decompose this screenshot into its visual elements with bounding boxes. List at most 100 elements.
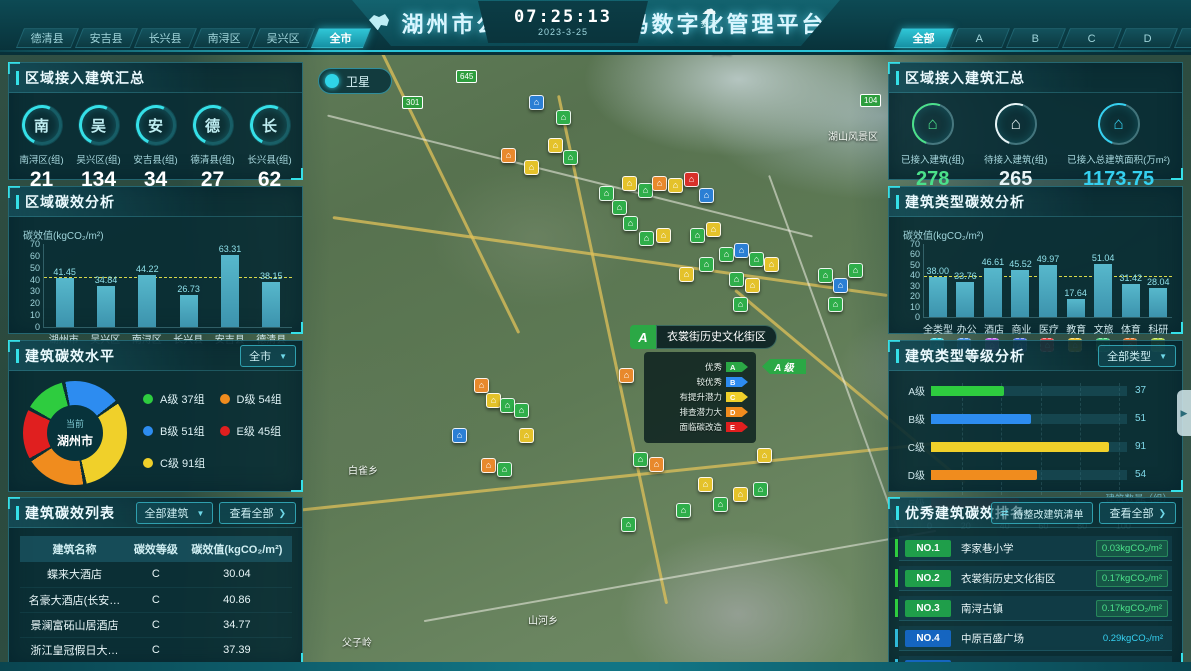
ranking-row[interactable]: NO.2衣裳街历史文化街区0.17kgCO₂/m² bbox=[899, 566, 1172, 591]
side-panel-handle[interactable]: ▶ bbox=[1177, 390, 1191, 436]
building-map-marker[interactable]: ⌂ bbox=[699, 257, 714, 272]
table-row[interactable]: 浙江皇冠假日大…C37.39 bbox=[20, 637, 292, 662]
panel-ranking: 优秀建筑碳效排名 ⇄ 待整改建筑清单 查看全部 ❯ NO.1李家巷小学0.03k… bbox=[888, 497, 1183, 665]
y-tick: 40 bbox=[20, 275, 40, 285]
building-map-marker[interactable]: ⌂ bbox=[599, 186, 614, 201]
bar-column: 51.04 bbox=[1089, 244, 1117, 317]
y-tick: 20 bbox=[20, 298, 40, 308]
building-map-marker[interactable]: ⌂ bbox=[757, 448, 772, 463]
building-map-marker[interactable]: ⌂ bbox=[668, 178, 683, 193]
building-map-marker[interactable]: ⌂ bbox=[497, 462, 512, 477]
legend-text: B级 51组 bbox=[160, 423, 205, 439]
building-map-marker[interactable]: ⌂ bbox=[563, 150, 578, 165]
road-number-badge: 104 bbox=[860, 94, 881, 107]
building-map-marker[interactable]: ⌂ bbox=[623, 216, 638, 231]
carbon-level-donut-wrap: 当前 湖州市 A级 37组D级 54组B级 51组E级 45组C级 91组 bbox=[9, 371, 302, 485]
building-map-marker[interactable]: ⌂ bbox=[729, 272, 744, 287]
building-map-marker[interactable]: ⌂ bbox=[481, 458, 496, 473]
building-map-marker[interactable]: ⌂ bbox=[486, 393, 501, 408]
building-icon: ⌂ bbox=[1011, 114, 1021, 134]
view-all-button[interactable]: 查看全部 ❯ bbox=[219, 502, 296, 524]
building-map-marker[interactable]: ⌂ bbox=[500, 398, 515, 413]
building-map-marker[interactable]: ⌂ bbox=[719, 247, 734, 262]
building-map-marker[interactable]: ⌂ bbox=[621, 517, 636, 532]
building-filter-dropdown[interactable]: 全部建筑 ▼ bbox=[136, 502, 214, 524]
tab-region-德清县[interactable]: 德清县 bbox=[16, 28, 79, 48]
building-map-marker[interactable]: ⌂ bbox=[556, 110, 571, 125]
tab-grade-全部[interactable]: 全部 bbox=[894, 28, 954, 48]
building-map-marker[interactable]: ⌂ bbox=[519, 428, 534, 443]
tab-grade-A[interactable]: A bbox=[950, 28, 1010, 48]
ranking-row[interactable]: NO.3南浔古镇0.17kgCO₂/m² bbox=[899, 596, 1172, 621]
hbar-row: C级91 bbox=[897, 439, 1172, 454]
panel-title: 区域接入建筑汇总 bbox=[889, 63, 1182, 93]
tab-grade-C[interactable]: C bbox=[1062, 28, 1122, 48]
building-map-marker[interactable]: ⌂ bbox=[514, 403, 529, 418]
building-map-marker[interactable]: ⌂ bbox=[638, 183, 653, 198]
building-map-marker[interactable]: ⌂ bbox=[676, 503, 691, 518]
road-number-badge: 645 bbox=[456, 70, 477, 83]
bar-value-label: 49.97 bbox=[1037, 254, 1060, 264]
building-map-marker[interactable]: ⌂ bbox=[524, 160, 539, 175]
building-map-marker[interactable]: ⌂ bbox=[649, 457, 664, 472]
building-map-marker[interactable]: ⌂ bbox=[828, 297, 843, 312]
ranking-row[interactable]: NO.4中原百盛广场0.29kgCO₂/m² bbox=[899, 626, 1172, 651]
satellite-toggle[interactable]: 卫星 bbox=[318, 68, 392, 94]
building-map-marker[interactable]: ⌂ bbox=[833, 278, 848, 293]
bar-column: 38.00 bbox=[924, 244, 952, 317]
region-carbon-bar-chart: 碳效值(kgCO₂/m²)01020304050607041.4534.8444… bbox=[19, 221, 292, 346]
building-map-marker[interactable]: ⌂ bbox=[733, 297, 748, 312]
building-map-marker[interactable]: ⌂ bbox=[699, 188, 714, 203]
hbar-label: A级 bbox=[897, 383, 925, 398]
building-map-marker[interactable]: ⌂ bbox=[848, 263, 863, 278]
table-cell: C bbox=[129, 587, 182, 612]
building-map-marker[interactable]: ⌂ bbox=[452, 428, 467, 443]
tab-region-吴兴区[interactable]: 吴兴区 bbox=[252, 28, 315, 48]
hbar-fill bbox=[931, 414, 1031, 424]
building-map-marker[interactable]: ⌂ bbox=[749, 252, 764, 267]
building-map-marker[interactable]: ⌂ bbox=[679, 267, 694, 282]
table-row[interactable]: 景澜富砳山居酒店C34.77 bbox=[20, 612, 292, 637]
building-map-marker[interactable]: ⌂ bbox=[619, 368, 634, 383]
building-map-marker[interactable]: ⌂ bbox=[745, 278, 760, 293]
building-map-marker[interactable]: ⌂ bbox=[713, 497, 728, 512]
building-map-marker[interactable]: ⌂ bbox=[612, 200, 627, 215]
pending-rectify-list-button[interactable]: ⇄ 待整改建筑清单 bbox=[991, 502, 1094, 524]
legend-grade-tag: A bbox=[726, 362, 748, 372]
view-all-ranking-button[interactable]: 查看全部 ❯ bbox=[1099, 502, 1176, 524]
region-badge-char: 长 bbox=[262, 115, 277, 136]
building-map-marker[interactable]: ⌂ bbox=[474, 378, 489, 393]
tab-region-南浔区[interactable]: 南浔区 bbox=[193, 28, 256, 48]
building-map-marker[interactable]: ⌂ bbox=[548, 138, 563, 153]
tab-region-安吉县[interactable]: 安吉县 bbox=[75, 28, 138, 48]
building-map-marker[interactable]: ⌂ bbox=[698, 477, 713, 492]
type-filter-dropdown[interactable]: 全部类型 ▼ bbox=[1098, 345, 1176, 367]
building-map-marker[interactable]: ⌂ bbox=[529, 95, 544, 110]
legend-grade-tag: E bbox=[726, 422, 748, 432]
building-map-marker[interactable]: ⌂ bbox=[639, 231, 654, 246]
building-map-marker[interactable]: ⌂ bbox=[753, 482, 768, 497]
building-map-marker[interactable]: ⌂ bbox=[652, 176, 667, 191]
building-map-marker[interactable]: ⌂ bbox=[733, 487, 748, 502]
building-map-marker[interactable]: ⌂ bbox=[706, 222, 721, 237]
tab-grade-B[interactable]: B bbox=[1006, 28, 1066, 48]
building-map-marker[interactable]: ⌂ bbox=[622, 176, 637, 191]
building-map-marker[interactable]: ⌂ bbox=[656, 228, 671, 243]
table-row[interactable]: 名豪大酒店(长安…C40.86 bbox=[20, 587, 292, 612]
building-map-marker[interactable]: ⌂ bbox=[764, 257, 779, 272]
tab-region-全市[interactable]: 全市 bbox=[311, 28, 371, 48]
building-map-marker[interactable]: ⌂ bbox=[633, 452, 648, 467]
tab-region-长兴县[interactable]: 长兴县 bbox=[134, 28, 197, 48]
tab-label: 长兴县 bbox=[149, 29, 182, 49]
ranking-row[interactable]: NO.1李家巷小学0.03kgCO₂/m² bbox=[899, 536, 1172, 561]
building-map-marker[interactable]: ⌂ bbox=[690, 228, 705, 243]
building-map-marker[interactable]: ⌂ bbox=[684, 172, 699, 187]
cloud-icon: ☁ bbox=[702, 3, 717, 17]
tab-grade-D[interactable]: D bbox=[1118, 28, 1178, 48]
building-map-marker[interactable]: ⌂ bbox=[734, 243, 749, 258]
y-tick: 60 bbox=[20, 251, 40, 261]
carbon-level-scope-dropdown[interactable]: 全市 ▼ bbox=[240, 345, 296, 367]
table-row[interactable]: 蝶来大酒店C30.04 bbox=[20, 562, 292, 587]
building-map-marker[interactable]: ⌂ bbox=[501, 148, 516, 163]
building-map-marker[interactable]: ⌂ bbox=[818, 268, 833, 283]
